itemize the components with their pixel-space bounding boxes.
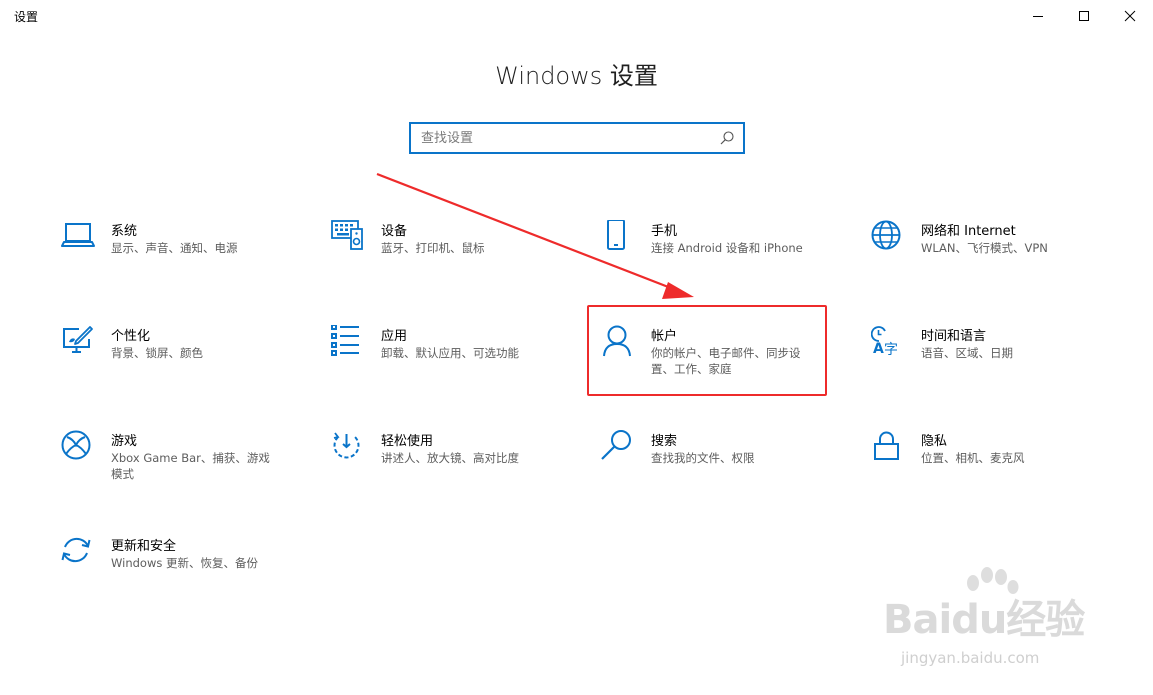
tile-update-security[interactable]: 更新和安全 Windows 更新、恢复、备份 — [61, 535, 311, 615]
tile-description: WLAN、飞行模式、VPN — [921, 241, 1048, 255]
tile-personalization[interactable]: 个性化 背景、锁屏、颜色 — [61, 325, 311, 405]
tile-description: 卸载、默认应用、可选功能 — [381, 346, 519, 360]
search-magnifier-icon — [601, 430, 631, 460]
sync-icon — [61, 537, 91, 563]
window-title: 设置 — [14, 10, 39, 24]
search-box[interactable] — [409, 122, 745, 154]
tile-gaming[interactable]: 游戏 Xbox Game Bar、捕获、游戏模式 — [61, 430, 311, 510]
tile-description: 语音、区域、日期 — [921, 346, 1013, 360]
tile-name: 隐私 — [921, 434, 948, 449]
tile-ease-of-access[interactable]: 轻松使用 讲述人、放大镜、高对比度 — [331, 430, 581, 510]
tile-name: 应用 — [381, 329, 408, 344]
search-icon[interactable] — [719, 130, 735, 146]
personalize-icon — [63, 326, 93, 353]
phone-icon — [607, 220, 625, 250]
search-input[interactable] — [421, 124, 711, 152]
tile-name: 手机 — [651, 224, 678, 239]
tile-name: 帐户 — [651, 329, 678, 344]
title-bar: 设置 — [0, 0, 1153, 32]
tile-name: 系统 — [111, 224, 138, 239]
tile-description: 连接 Android 设备和 iPhone — [651, 241, 803, 255]
tile-description: Xbox Game Bar、捕获、游戏模式 — [111, 451, 270, 481]
tile-system[interactable]: 系统 显示、声音、通知、电源 — [61, 220, 311, 300]
tile-name: 设备 — [381, 224, 408, 239]
tile-privacy[interactable]: 隐私 位置、相机、麦克风 — [871, 430, 1121, 510]
tile-name: 时间和语言 — [921, 329, 987, 344]
tile-name: 搜索 — [651, 434, 678, 449]
tile-name: 更新和安全 — [111, 539, 177, 554]
xbox-icon — [61, 430, 91, 460]
tile-description: 位置、相机、麦克风 — [921, 451, 1025, 465]
tile-network[interactable]: 网络和 Internet WLAN、飞行模式、VPN — [871, 220, 1121, 300]
watermark-url: jingyan.baidu.com — [901, 649, 1040, 667]
tile-description: 查找我的文件、权限 — [651, 451, 755, 465]
ease-of-access-icon — [333, 432, 360, 459]
minimize-button[interactable] — [1015, 0, 1061, 32]
tile-description: 蓝牙、打印机、鼠标 — [381, 241, 485, 255]
tile-accounts[interactable]: 帐户 你的帐户、电子邮件、同步设置、工作、家庭 — [601, 325, 851, 405]
watermark-brand: Baidu经验 — [883, 597, 1085, 643]
close-button[interactable] — [1107, 0, 1153, 32]
svg-text:A: A — [873, 341, 884, 357]
person-icon — [603, 325, 631, 357]
apps-list-icon — [331, 325, 359, 356]
laptop-icon — [61, 223, 95, 247]
maximize-icon — [1079, 11, 1089, 21]
page-title: Windows 设置 — [495, 62, 658, 90]
minimize-icon — [1033, 16, 1043, 17]
tile-description: 你的帐户、电子邮件、同步设置、工作、家庭 — [651, 346, 801, 376]
tile-description: Windows 更新、恢复、备份 — [111, 556, 258, 570]
tile-description: 背景、锁屏、颜色 — [111, 346, 203, 360]
tile-name: 轻松使用 — [381, 434, 434, 449]
tile-search[interactable]: 搜索 查找我的文件、权限 — [601, 430, 851, 510]
tile-name: 网络和 Internet — [921, 224, 1016, 239]
tile-apps[interactable]: 应用 卸载、默认应用、可选功能 — [331, 325, 581, 405]
devices-icon — [331, 220, 363, 250]
tile-description: 显示、声音、通知、电源 — [111, 241, 238, 255]
maximize-button[interactable] — [1061, 0, 1107, 32]
tile-name: 个性化 — [111, 329, 151, 344]
svg-text:字: 字 — [884, 342, 898, 358]
paw-icon — [967, 567, 1019, 594]
tile-devices[interactable]: 设备 蓝牙、打印机、鼠标 — [331, 220, 581, 300]
globe-icon — [871, 220, 901, 250]
time-language-icon: A 字 — [871, 326, 898, 358]
tile-time-language[interactable]: A 字 时间和语言 语音、区域、日期 — [871, 325, 1121, 405]
tile-phone[interactable]: 手机 连接 Android 设备和 iPhone — [601, 220, 851, 300]
lock-icon — [874, 431, 899, 460]
close-icon — [1124, 10, 1136, 22]
watermark-logo: Baidu经验 jingyan.baidu.com — [883, 567, 1093, 677]
tile-name: 游戏 — [111, 434, 138, 449]
tile-description: 讲述人、放大镜、高对比度 — [381, 451, 519, 465]
